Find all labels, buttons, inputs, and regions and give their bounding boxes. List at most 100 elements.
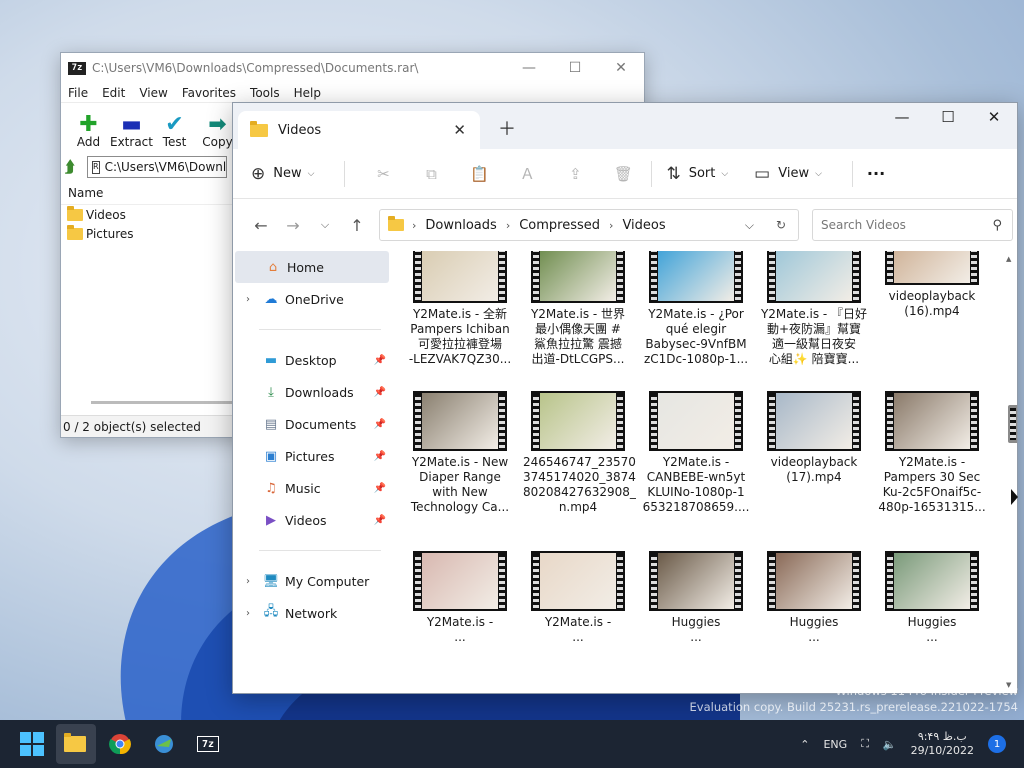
- rename-icon[interactable]: Ａ: [503, 163, 551, 184]
- file-item[interactable]: Y2Mate.is - Pampers 30 Sec Ku-2c5FOnaif5…: [877, 391, 987, 515]
- refresh-icon[interactable]: ↻: [776, 218, 786, 233]
- paste-icon[interactable]: 📋: [455, 165, 503, 183]
- sidebar-item-documents[interactable]: ▤ Documents 📌: [233, 408, 389, 440]
- recent-locations-icon[interactable]: ⌵: [309, 218, 341, 232]
- menu-favorites[interactable]: Favorites: [181, 86, 243, 100]
- share-icon[interactable]: ⇪: [551, 165, 599, 183]
- list-item-label: Videos: [86, 207, 126, 222]
- file-item[interactable]: Y2Mate.is - ...: [523, 551, 633, 645]
- file-item[interactable]: 246546747_23570 3745174020_3874 80208427…: [523, 391, 636, 515]
- file-item[interactable]: Y2Mate.is - ...: [405, 551, 515, 645]
- sevenzip-taskbar-button[interactable]: 7z: [188, 724, 228, 764]
- file-item[interactable]: Y2Mate.is - 全新 Pampers Ichiban 可愛拉拉褲登場 -…: [405, 251, 515, 367]
- maximize-icon[interactable]: ☐: [552, 60, 598, 76]
- network-icon: 🖧: [263, 604, 279, 619]
- horizontal-scrollbar[interactable]: [91, 401, 239, 404]
- chevron-right-icon[interactable]: ›: [233, 608, 263, 619]
- minimize-icon[interactable]: —: [879, 103, 925, 133]
- sidebar-item-music[interactable]: ♫ Music 📌: [233, 472, 389, 504]
- maximize-icon[interactable]: ☐: [925, 103, 971, 133]
- pin-icon[interactable]: 📌: [374, 483, 386, 494]
- breadcrumb-compressed[interactable]: Compressed: [519, 218, 600, 233]
- sort-button[interactable]: ⇅ Sort ⌵: [666, 164, 728, 184]
- tray-overflow-icon[interactable]: ⌃: [800, 738, 809, 751]
- more-options-button[interactable]: ···: [867, 164, 885, 183]
- file-item[interactable]: videoplayback (17).mp4: [759, 391, 869, 485]
- vertical-scrollbar[interactable]: ▲ ▼: [1006, 255, 1017, 689]
- forward-icon[interactable]: →: [277, 216, 309, 235]
- file-item[interactable]: Huggies ...: [877, 551, 987, 645]
- close-tab-icon[interactable]: ✕: [453, 121, 466, 139]
- file-item[interactable]: Y2Mate.is - New Diaper Range with New Te…: [405, 391, 515, 515]
- file-item[interactable]: Y2Mate.is - CANBEBE-wn5yt KLUINo-1080p-1…: [641, 391, 751, 515]
- new-plus-icon: ⊕: [251, 163, 266, 184]
- sidebar-item-pictures[interactable]: ▣ Pictures 📌: [233, 440, 389, 472]
- pin-icon[interactable]: 📌: [374, 419, 386, 430]
- file-explorer-taskbar-button[interactable]: [56, 724, 96, 764]
- file-item[interactable]: videoplayback (16).mp4: [877, 251, 987, 319]
- file-item[interactable]: Huggies ...: [641, 551, 751, 645]
- clock[interactable]: ۹:۴۹ ب.ظ 29/10/2022: [911, 730, 974, 758]
- sevenzip-address-field[interactable]: R C:\Users\VM6\Downloads\Compressed\Docu…: [87, 156, 227, 178]
- new-button[interactable]: ⊕ New ⌵: [251, 164, 314, 184]
- pin-icon[interactable]: 📌: [374, 355, 386, 366]
- file-item[interactable]: Y2Mate.is - 『日好 動+夜防漏』幫寶 適一級幫日夜安 心組✨ 陪寶寶…: [759, 251, 869, 367]
- language-indicator[interactable]: ENG: [823, 738, 847, 751]
- sidebar-item-desktop[interactable]: ▬ Desktop 📌: [233, 344, 389, 376]
- breadcrumb-videos[interactable]: Videos: [622, 218, 665, 233]
- menu-edit[interactable]: Edit: [101, 86, 132, 100]
- extract-button[interactable]: ▬ Extract: [110, 112, 153, 150]
- breadcrumb-downloads[interactable]: Downloads: [425, 218, 496, 233]
- list-item[interactable]: Videos: [61, 205, 236, 224]
- test-button[interactable]: ✔ Test: [153, 112, 196, 150]
- sidebar-item-home[interactable]: ⌂ Home: [235, 251, 389, 283]
- minimize-icon[interactable]: —: [506, 60, 552, 76]
- file-item[interactable]: Huggies ...: [759, 551, 869, 645]
- chevron-right-icon[interactable]: ›: [233, 576, 263, 587]
- menu-file[interactable]: File: [67, 86, 95, 100]
- sidebar-item-onedrive[interactable]: › ☁ OneDrive: [233, 283, 389, 315]
- scroll-up-icon[interactable]: ▲: [1006, 255, 1011, 263]
- sidebar-item-videos[interactable]: ▶ Videos 📌: [233, 504, 389, 536]
- scrollbar-thumb[interactable]: [1008, 405, 1017, 443]
- tab-videos[interactable]: Videos ✕: [238, 111, 480, 149]
- back-icon[interactable]: ←: [245, 216, 277, 235]
- address-dropdown-icon[interactable]: ⌵: [745, 218, 754, 233]
- delete-icon[interactable]: 🗑: [599, 165, 647, 183]
- file-item[interactable]: Y2Mate.is - 世界 最小偶像天團 # 鯊魚拉拉驚 震撼 出道-DtLC…: [523, 251, 633, 367]
- pin-icon[interactable]: 📌: [374, 515, 386, 526]
- sidebar-item-network[interactable]: › 🖧 Network: [233, 597, 389, 629]
- sidebar-item-my-computer[interactable]: › 🖥 My Computer: [233, 565, 389, 597]
- add-label: Add: [76, 135, 101, 149]
- sidebar-label: Network: [285, 605, 338, 621]
- up-folder-icon[interactable]: ⮭: [65, 157, 87, 177]
- cut-icon[interactable]: ✂: [359, 165, 407, 183]
- up-icon[interactable]: ↑: [341, 216, 373, 235]
- close-icon[interactable]: ✕: [598, 60, 644, 76]
- pin-icon[interactable]: 📌: [374, 451, 386, 462]
- network-tray-icon[interactable]: ⛶: [861, 737, 869, 751]
- video-thumbnail: [649, 251, 743, 303]
- column-header-name[interactable]: Name: [61, 181, 236, 205]
- sevenzip-titlebar[interactable]: 7z C:\Users\VM6\Downloads\Compressed\Doc…: [61, 53, 644, 83]
- menu-tools[interactable]: Tools: [249, 86, 287, 100]
- volume-icon[interactable]: 🔈: [883, 738, 897, 751]
- new-tab-icon[interactable]: ＋: [498, 115, 516, 141]
- chrome-taskbar-button[interactable]: [100, 724, 140, 764]
- download-manager-taskbar-button[interactable]: [144, 724, 184, 764]
- pin-icon[interactable]: 📌: [374, 387, 386, 398]
- chevron-right-icon[interactable]: ›: [233, 294, 263, 305]
- start-button[interactable]: [12, 724, 52, 764]
- menu-help[interactable]: Help: [293, 86, 328, 100]
- search-input[interactable]: Search Videos ⚲: [812, 209, 1013, 241]
- address-bar[interactable]: › Downloads › Compressed › Videos ⌵ ↻: [379, 209, 799, 241]
- add-button[interactable]: ✚ Add: [67, 112, 110, 150]
- menu-view[interactable]: View: [138, 86, 174, 100]
- list-item[interactable]: Pictures: [61, 224, 236, 243]
- file-item[interactable]: Y2Mate.is - ¿Por qué elegir Babysec-9Vnf…: [641, 251, 751, 367]
- copy-icon[interactable]: ⧉: [407, 165, 455, 183]
- close-icon[interactable]: ✕: [971, 103, 1017, 133]
- view-button[interactable]: ▭ View ⌵: [754, 164, 822, 184]
- notification-badge[interactable]: 1: [988, 735, 1006, 753]
- sidebar-item-downloads[interactable]: ⤓ Downloads 📌: [233, 376, 389, 408]
